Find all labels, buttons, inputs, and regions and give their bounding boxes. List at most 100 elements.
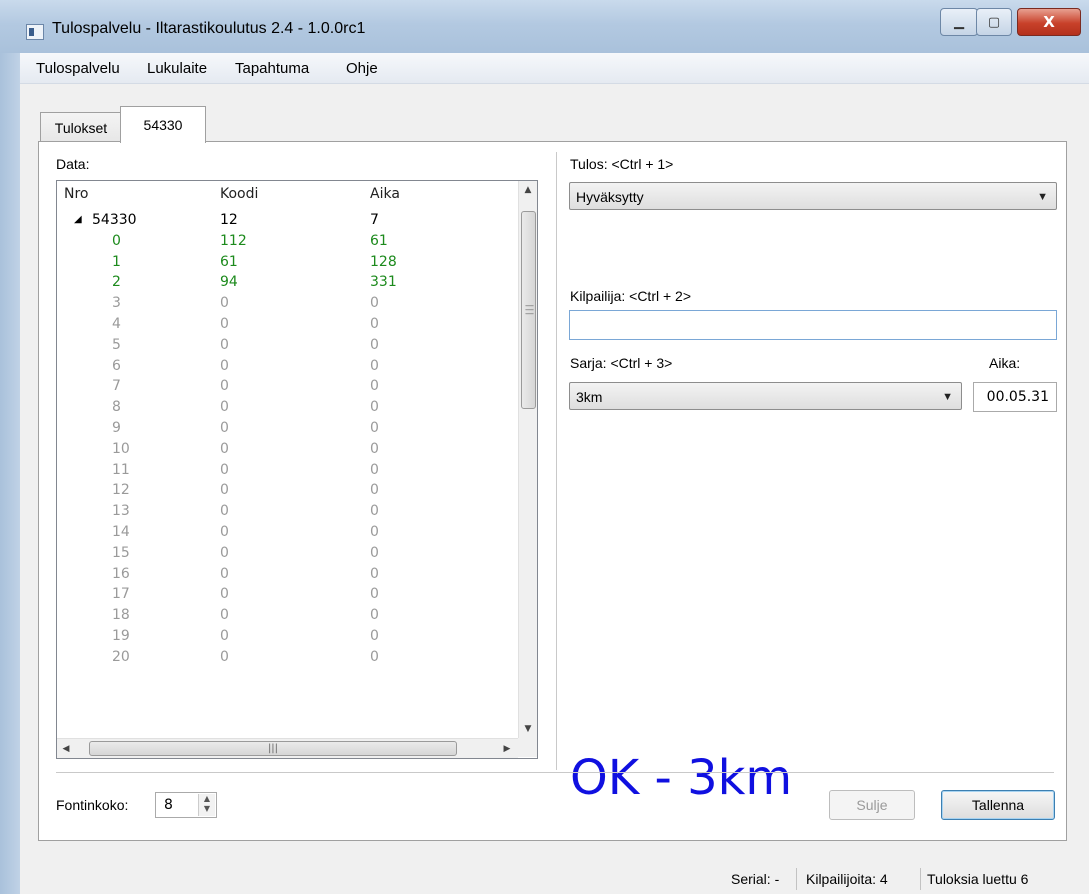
tree-row[interactable]: 0 112 61 [57,231,517,252]
tree-row[interactable]: 19 0 0 [57,626,517,647]
result-status-text: OK - 3km [570,750,793,806]
menu-ohje[interactable]: Ohje [346,60,378,77]
status-serial: Serial: - [731,871,780,887]
close-button[interactable]: Sulje [829,790,915,820]
row-koodi: 0 [220,399,229,416]
row-aika: 0 [370,544,379,561]
row-koodi: 0 [220,544,229,561]
aika-label: Aika: [989,355,1021,371]
vertical-scroll-thumb[interactable]: — — — [521,211,536,409]
sarja-value: 3km [576,389,603,405]
row-nro: 2 [112,274,121,291]
save-button[interactable]: Tallenna [941,790,1055,820]
vertical-divider [556,152,557,770]
tree-row[interactable]: 12 0 0 [57,480,517,501]
tree-row[interactable]: 20 0 0 [57,647,517,668]
row-koodi: 0 [220,336,229,353]
column-header-nro[interactable]: Nro [64,186,89,202]
scroll-up-icon[interactable]: ▲ [519,181,537,199]
tree-row[interactable]: 7 0 0 [57,376,517,397]
menu-bar: Tulospalvelu Lukulaite Tapahtuma Ohje [20,53,1089,84]
tree-row[interactable]: 5 0 0 [57,335,517,356]
minimize-button[interactable]: ▁ [940,8,978,36]
row-aika: 0 [370,523,379,540]
tree-row[interactable]: 9 0 0 [57,418,517,439]
sarja-select[interactable]: 3km ▼ [569,382,962,410]
row-nro: 0 [112,232,121,249]
row-nro: 6 [112,357,121,374]
tree-row[interactable]: 18 0 0 [57,605,517,626]
row-nro: 8 [112,399,121,416]
horizontal-scroll-thumb[interactable]: ||| [89,741,457,756]
status-results: Tuloksia luettu 6 [927,871,1029,887]
tree-row[interactable]: 14 0 0 [57,522,517,543]
tab-tulokset[interactable]: Tulokset [40,112,122,143]
row-aika: 7 [370,212,379,228]
data-label: Data: [56,156,90,172]
row-aika: 0 [370,399,379,416]
row-koodi: 0 [220,378,229,395]
row-koodi: 0 [220,523,229,540]
row-nro: 3 [112,295,121,312]
tree-row[interactable]: 3 0 0 [57,293,517,314]
aika-input[interactable]: 00.05.31 [973,382,1057,412]
row-aika: 0 [370,378,379,395]
tree-row-root[interactable]: ◢ 54330 12 7 [57,210,517,231]
row-koodi: 0 [220,648,229,665]
row-koodi: 0 [220,586,229,603]
tab-panel: Data: Nro Koodi Aika ◢ 54330 12 7 0 112 61 1… [38,141,1067,841]
scroll-right-icon[interactable]: ▶ [498,739,516,758]
scroll-down-icon[interactable]: ▼ [519,720,537,738]
row-aika: 0 [370,503,379,520]
tab-54330[interactable]: 54330 [120,106,206,143]
tree-row[interactable]: 4 0 0 [57,314,517,335]
tulos-value: Hyväksytty [576,189,644,205]
tree-row[interactable]: 6 0 0 [57,356,517,377]
row-koodi: 0 [220,482,229,499]
font-size-label: Fontinkoko: [56,797,129,813]
kilpailija-input[interactable] [569,310,1057,340]
row-koodi: 0 [220,607,229,624]
row-nro: 9 [112,419,121,436]
font-size-spinbox[interactable]: 8 ▲ ▼ [155,792,217,818]
tree-row[interactable]: 10 0 0 [57,439,517,460]
menu-tapahtuma[interactable]: Tapahtuma [235,60,309,77]
collapse-icon[interactable]: ◢ [74,210,82,230]
menu-lukulaite[interactable]: Lukulaite [147,60,207,77]
column-header-koodi[interactable]: Koodi [220,186,258,202]
column-header-aika[interactable]: Aika [370,186,400,202]
vertical-scrollbar[interactable]: ▲ — — — ▼ [518,181,537,738]
maximize-button[interactable]: ▢ [976,8,1012,36]
row-aika: 0 [370,295,379,312]
row-nro: 5 [112,336,121,353]
close-window-button[interactable]: X [1017,8,1081,36]
menu-tulospalvelu[interactable]: Tulospalvelu [36,60,120,77]
tree-row[interactable]: 17 0 0 [57,584,517,605]
spin-arrows-icon[interactable]: ▲ ▼ [198,794,215,816]
window-border [0,53,20,894]
row-aika: 0 [370,565,379,582]
row-koodi: 0 [220,440,229,457]
row-nro: 4 [112,315,121,332]
data-tree[interactable]: Nro Koodi Aika ◢ 54330 12 7 0 112 61 1 61 128 2… [56,180,538,759]
tree-row[interactable]: 8 0 0 [57,397,517,418]
dropdown-arrow-icon: ▼ [942,391,953,403]
tree-row[interactable]: 16 0 0 [57,564,517,585]
tree-row[interactable]: 11 0 0 [57,460,517,481]
tree-row[interactable]: 13 0 0 [57,501,517,522]
horizontal-scrollbar[interactable]: ◀ ||| ▶ [57,738,518,758]
tree-rows: ◢ 54330 12 7 0 112 61 1 61 128 2 94 331 3 0 0 4 0 0 5 0 0 6… [57,210,517,668]
row-nro: 1 [112,253,121,270]
scroll-left-icon[interactable]: ◀ [57,739,75,758]
row-aika: 0 [370,419,379,436]
tree-row[interactable]: 15 0 0 [57,543,517,564]
tulos-select[interactable]: Hyväksytty ▼ [569,182,1057,210]
row-koodi: 0 [220,503,229,520]
tree-row[interactable]: 2 94 331 [57,272,517,293]
row-aika: 331 [370,274,397,291]
row-aika: 0 [370,627,379,644]
tree-row[interactable]: 1 61 128 [57,252,517,273]
tree-header: Nro Koodi Aika [57,181,517,209]
status-separator [796,868,797,890]
row-nro: 14 [112,523,130,540]
